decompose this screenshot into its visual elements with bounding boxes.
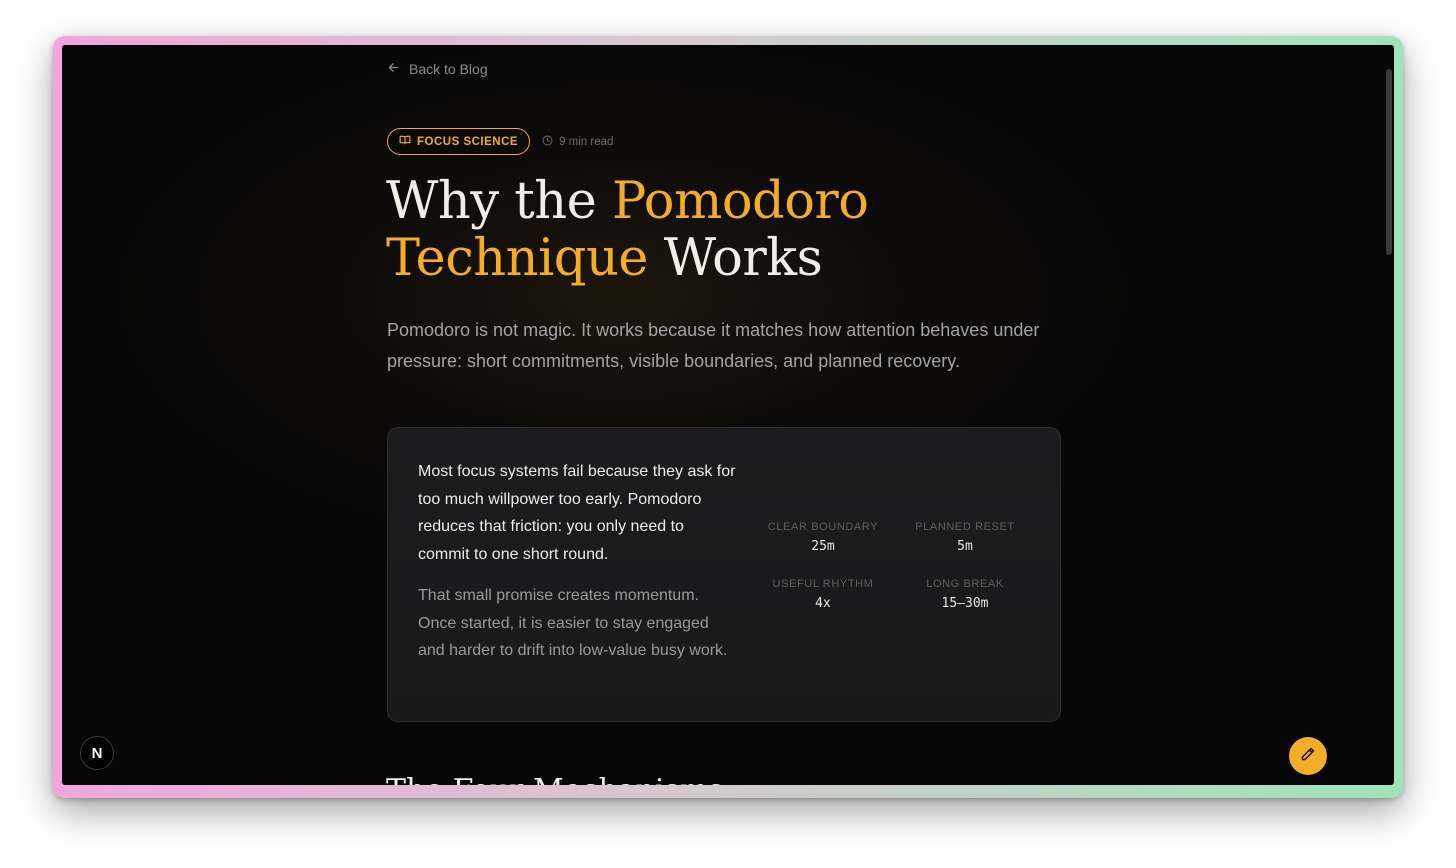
section-heading: The Four Mechanisms — [386, 773, 724, 785]
back-to-blog-link[interactable]: Back to Blog — [387, 61, 488, 77]
book-open-icon — [399, 134, 411, 149]
title-accent-2: Technique — [386, 229, 648, 288]
stat-value: 15–30m — [941, 596, 989, 611]
back-link-label: Back to Blog — [409, 61, 488, 77]
badge-letter: N — [91, 744, 103, 762]
stat-useful-rhythm: USEFUL RHYTHM 4x — [752, 578, 894, 611]
title-part-1: Why the — [386, 172, 613, 231]
lede-paragraph: Pomodoro is not magic. It works because … — [387, 320, 1040, 371]
stat-value: 5m — [957, 539, 973, 554]
stats-grid: CLEAR BOUNDARY 25m PLANNED RESET 5m USEF… — [752, 521, 1036, 611]
stat-value: 25m — [811, 539, 835, 554]
page-title: Why the Pomodoro Technique Works — [386, 173, 1086, 287]
framework-badge[interactable]: N — [80, 736, 114, 770]
stat-label: CLEAR BOUNDARY — [767, 521, 879, 533]
pencil-icon — [1300, 746, 1316, 767]
summary-card: Most focus systems fail because they ask… — [387, 427, 1061, 722]
arrow-left-icon — [387, 61, 400, 77]
read-time-label: 9 min read — [559, 135, 614, 148]
edit-button[interactable] — [1289, 737, 1327, 775]
browser-viewport: Back to Blog FOCUS SCIENCE 9 min read Wh… — [62, 45, 1394, 785]
stat-long-break: LONG BREAK 15–30m — [894, 578, 1036, 611]
card-paragraph-2: That small promise creates momentum. Onc… — [418, 587, 728, 659]
scrollbar[interactable] — [1386, 69, 1392, 255]
clock-icon — [542, 135, 553, 149]
title-accent-1: Pomodoro — [612, 172, 869, 231]
title-part-2: Works — [647, 229, 823, 288]
stat-planned-reset: PLANNED RESET 5m — [894, 521, 1036, 554]
card-paragraph-1: Most focus systems fail because they ask… — [418, 463, 736, 563]
category-label: FOCUS SCIENCE — [417, 135, 519, 148]
stat-label: PLANNED RESET — [915, 521, 1015, 533]
stat-label: LONG BREAK — [926, 578, 1004, 590]
stat-clear-boundary: CLEAR BOUNDARY 25m — [752, 521, 894, 554]
card-text: Most focus systems fail because they ask… — [418, 458, 738, 665]
read-time: 9 min read — [542, 135, 613, 149]
stat-value: 4x — [815, 596, 831, 611]
category-tag[interactable]: FOCUS SCIENCE — [387, 128, 531, 155]
stat-label: USEFUL RHYTHM — [772, 578, 874, 590]
post-meta: FOCUS SCIENCE 9 min read — [387, 128, 613, 155]
